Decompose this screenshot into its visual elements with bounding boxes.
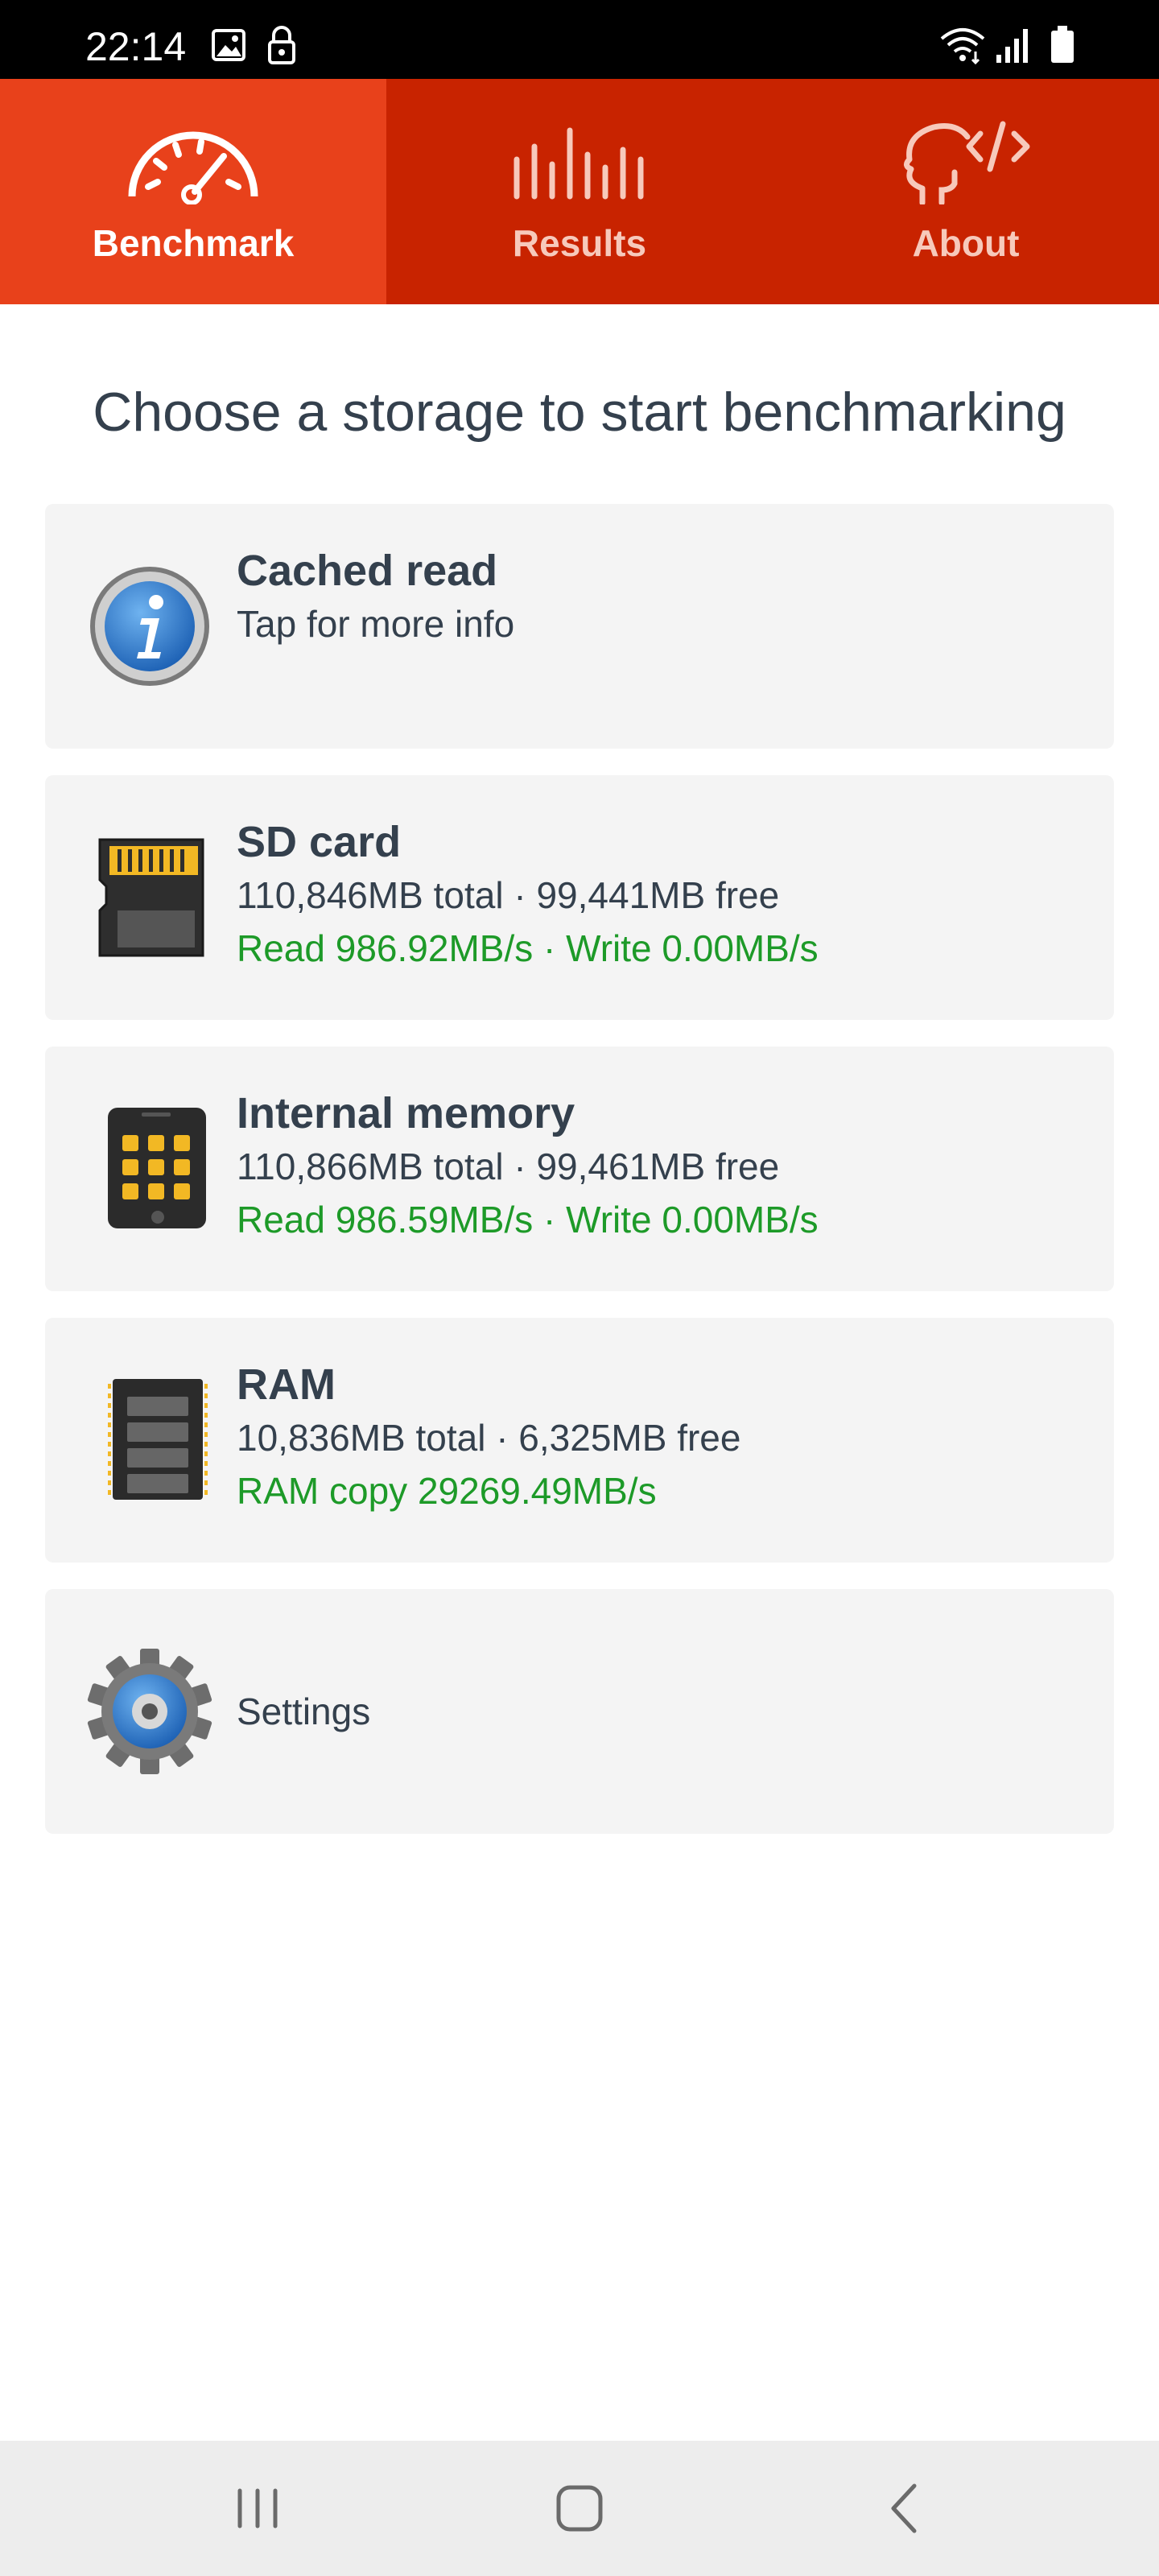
phone-icon bbox=[108, 1108, 206, 1228]
image-icon bbox=[212, 29, 245, 61]
home-icon[interactable] bbox=[547, 2476, 612, 2541]
tab-about[interactable]: About bbox=[773, 79, 1159, 304]
cached-read-subtitle: Tap for more info bbox=[237, 603, 515, 645]
gear-icon bbox=[87, 1649, 212, 1774]
signal-icon bbox=[996, 29, 1028, 63]
ram-title: RAM bbox=[237, 1360, 336, 1409]
sd-card-card[interactable]: SD card 110,846MB total · 99,441MB free … bbox=[45, 775, 1114, 1020]
bars-icon bbox=[514, 127, 644, 200]
ram-capacity: 10,836MB total · 6,325MB free bbox=[237, 1417, 741, 1459]
battery-icon bbox=[1051, 26, 1074, 63]
tab-label-about: About bbox=[912, 222, 1020, 264]
head-code-icon bbox=[904, 121, 1030, 204]
tab-benchmark[interactable]: Benchmark bbox=[0, 79, 386, 304]
status-time: 22:14 bbox=[85, 24, 187, 69]
tab-results[interactable]: Results bbox=[386, 79, 773, 304]
back-icon[interactable] bbox=[872, 2476, 937, 2541]
sd-card-capacity: 110,846MB total · 99,441MB free bbox=[237, 874, 780, 916]
wifi-icon bbox=[940, 28, 985, 65]
recent-apps-icon[interactable] bbox=[225, 2476, 290, 2541]
page-heading: Choose a storage to start benchmarking bbox=[93, 382, 1066, 443]
cached-read-title: Cached read bbox=[237, 547, 498, 595]
ram-card[interactable]: RAM 10,836MB total · 6,325MB free RAM co… bbox=[45, 1318, 1114, 1563]
settings-card[interactable]: Settings bbox=[45, 1589, 1114, 1834]
navigation-bar bbox=[0, 2441, 1159, 2576]
ram-chip-icon bbox=[108, 1379, 208, 1500]
settings-label: Settings bbox=[237, 1690, 371, 1732]
internal-memory-title: Internal memory bbox=[237, 1089, 575, 1137]
internal-memory-card[interactable]: Internal memory 110,866MB total · 99,461… bbox=[45, 1046, 1114, 1291]
tab-bar: Benchmark Results About bbox=[0, 79, 1159, 304]
sd-card-icon bbox=[98, 838, 204, 957]
internal-memory-speed: Read 986.59MB/s · Write 0.00MB/s bbox=[237, 1199, 819, 1241]
tab-label-benchmark: Benchmark bbox=[92, 222, 295, 264]
internal-memory-capacity: 110,866MB total · 99,461MB free bbox=[237, 1146, 780, 1187]
ram-speed: RAM copy 29269.49MB/s bbox=[237, 1470, 657, 1512]
sd-card-title: SD card bbox=[237, 818, 402, 866]
status-bar: 22:14 bbox=[0, 0, 1159, 79]
speedometer-icon bbox=[128, 131, 258, 204]
lock-icon bbox=[268, 26, 295, 64]
sd-card-speed: Read 986.92MB/s · Write 0.00MB/s bbox=[237, 927, 819, 969]
cached-read-card[interactable]: Cached read Tap for more info bbox=[45, 504, 1114, 749]
tab-label-results: Results bbox=[512, 222, 647, 264]
info-icon bbox=[90, 567, 209, 686]
